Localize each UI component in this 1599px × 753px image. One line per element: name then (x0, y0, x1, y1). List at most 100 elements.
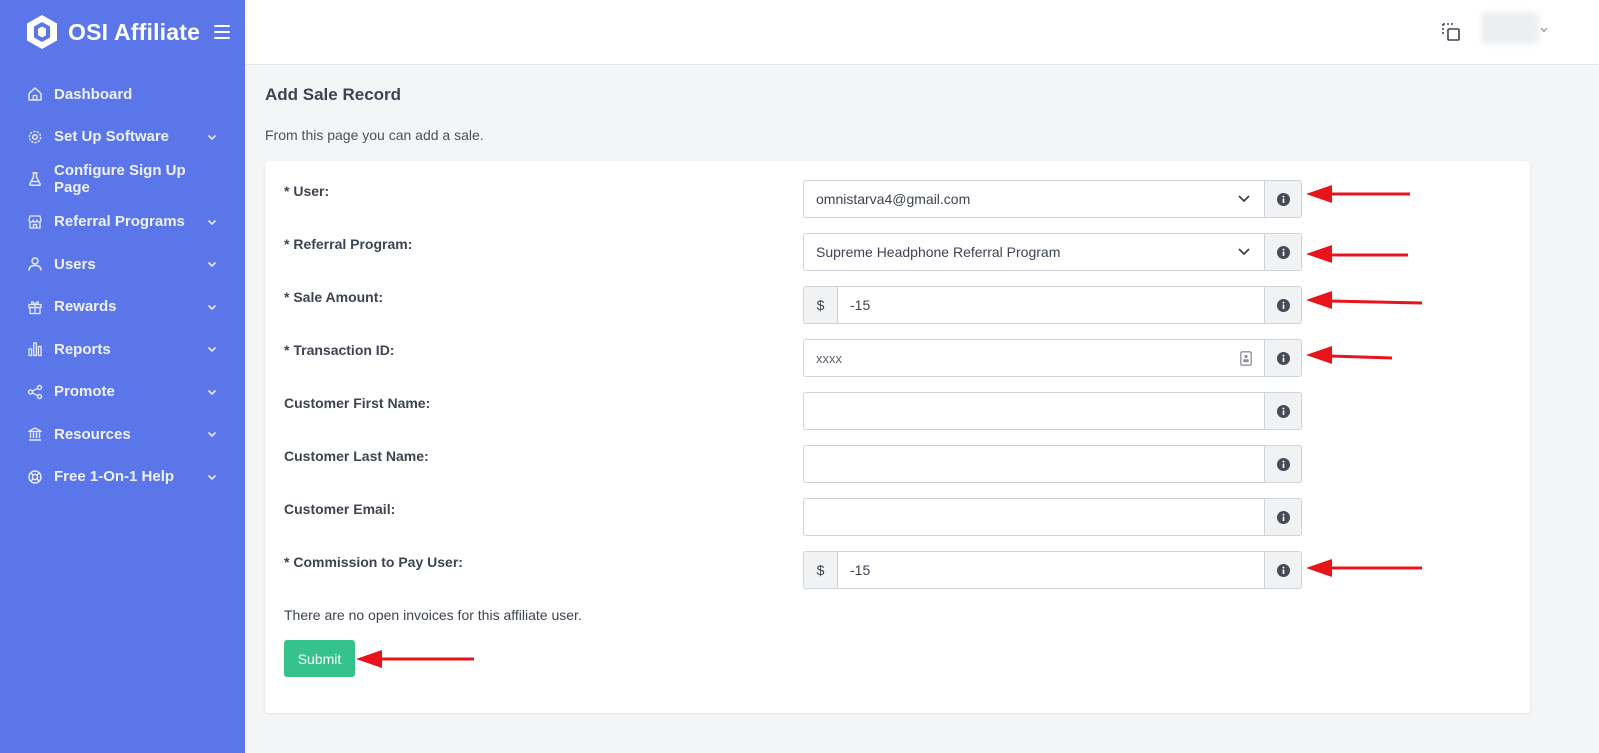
bank-icon (27, 426, 43, 442)
store-icon (27, 214, 43, 230)
user-select-value: omnistarva4@gmail.com (816, 191, 971, 207)
sidebar-item-reports[interactable]: Reports (0, 328, 245, 371)
transaction-id-value: xxxx (816, 350, 842, 366)
chevron-down-icon (207, 134, 217, 140)
info-icon (1276, 298, 1290, 312)
sidebar-item-rewards[interactable]: Rewards (0, 286, 245, 329)
sale-amount-value: -15 (850, 297, 871, 313)
sale-amount-input[interactable]: -15 (837, 286, 1264, 324)
referral-program-info-button[interactable] (1264, 233, 1302, 271)
sidebar-item-set-up-software[interactable]: Set Up Software (0, 116, 245, 159)
currency-prefix: $ (803, 551, 837, 589)
commission-input[interactable]: -15 (837, 551, 1264, 589)
referral-program-label: * Referral Program: (284, 236, 413, 252)
info-icon (1276, 404, 1290, 418)
sale-amount-label: * Sale Amount: (284, 289, 384, 305)
hamburger-menu-icon[interactable] (214, 25, 231, 39)
referral-program-select[interactable]: Supreme Headphone Referral Program (803, 233, 1264, 271)
transaction-id-row: * Transaction ID: xxxx (265, 339, 1530, 377)
topbar (245, 0, 1599, 65)
sidebar-item-label: Configure Sign Up Page (54, 162, 186, 197)
last-name-label: Customer Last Name: (284, 448, 429, 464)
brand: OSI Affiliate (0, 0, 245, 64)
user-select[interactable]: omnistarva4@gmail.com (803, 180, 1264, 218)
email-label: Customer Email: (284, 501, 396, 517)
sale-amount-info-button[interactable] (1264, 286, 1302, 324)
referral-program-select-value: Supreme Headphone Referral Program (816, 244, 1061, 260)
user-row: * User: omnistarva4@gmail.com (265, 180, 1530, 218)
first-name-info-button[interactable] (1264, 392, 1302, 430)
page-description: From this page you can add a sale. (265, 127, 484, 143)
gear-icon (27, 129, 43, 145)
last-name-info-button[interactable] (1264, 445, 1302, 483)
user-icon (27, 256, 43, 272)
sidebar-item-resources[interactable]: Resources (0, 413, 245, 456)
add-sale-form: * User: omnistarva4@gmail.com * Referral… (265, 161, 1530, 713)
autofill-contact-icon[interactable] (1240, 351, 1252, 366)
sidebar-nav: Dashboard Set Up Software Configure Sign U… (0, 64, 245, 498)
sidebar-item-label: Dashboard (54, 85, 133, 103)
info-icon (1276, 510, 1290, 524)
sidebar-item-label: Resources (54, 425, 131, 443)
chevron-down-icon (1238, 248, 1250, 256)
commission-info-button[interactable] (1264, 551, 1302, 589)
transaction-id-label: * Transaction ID: (284, 342, 395, 358)
chevron-down-icon (207, 262, 217, 268)
osi-logo-icon (24, 14, 60, 50)
first-name-label: Customer First Name: (284, 395, 431, 411)
info-icon (1276, 192, 1290, 206)
flask-icon (27, 171, 43, 187)
user-avatar[interactable] (1481, 12, 1539, 44)
sidebar-item-label: Referral Programs (54, 213, 185, 231)
sidebar-item-label: Users (54, 255, 96, 273)
email-input[interactable] (803, 498, 1264, 536)
sidebar-item-label: Set Up Software (54, 128, 170, 146)
sidebar-item-label: Promote (54, 383, 115, 401)
bar-chart-icon (27, 341, 43, 357)
gift-icon (27, 299, 43, 315)
sale-amount-row: * Sale Amount: $ -15 (265, 286, 1530, 324)
last-name-row: Customer Last Name: (265, 445, 1530, 483)
sidebar-item-configure-sign-up-page[interactable]: Configure Sign Up Page (0, 158, 245, 201)
lifebuoy-icon (27, 469, 43, 485)
fullscreen-icon[interactable] (1440, 21, 1462, 43)
first-name-input[interactable] (803, 392, 1264, 430)
sidebar-item-label: Free 1-On-1 Help (54, 468, 175, 486)
sidebar-item-dashboard[interactable]: Dashboard (0, 73, 245, 116)
info-icon (1276, 245, 1290, 259)
user-label: * User: (284, 183, 330, 199)
email-info-button[interactable] (1264, 498, 1302, 536)
sidebar: OSI Affiliate Dashboard Set Up Software Co… (0, 0, 245, 753)
chevron-down-icon (207, 474, 217, 480)
info-icon (1276, 457, 1290, 471)
sidebar-item-promote[interactable]: Promote (0, 371, 245, 414)
sidebar-item-label: Reports (54, 340, 111, 358)
sidebar-item-free-1-on-1-help[interactable]: Free 1-On-1 Help (0, 456, 245, 499)
commission-row: * Commission to Pay User: $ -15 (265, 551, 1530, 589)
currency-prefix: $ (803, 286, 837, 324)
sidebar-item-users[interactable]: Users (0, 243, 245, 286)
sidebar-item-label: Rewards (54, 298, 117, 316)
commission-label: * Commission to Pay User: (284, 554, 463, 570)
last-name-input[interactable] (803, 445, 1264, 483)
transaction-id-input[interactable]: xxxx (803, 339, 1264, 377)
info-icon (1276, 351, 1290, 365)
referral-program-row: * Referral Program: Supreme Headphone Re… (265, 233, 1530, 271)
chevron-down-icon (207, 219, 217, 225)
brand-name: OSI Affiliate (68, 18, 201, 45)
commission-value: -15 (850, 562, 871, 578)
chevron-down-icon[interactable] (1541, 28, 1547, 32)
email-row: Customer Email: (265, 498, 1530, 536)
sidebar-item-referral-programs[interactable]: Referral Programs (0, 201, 245, 244)
user-info-button[interactable] (1264, 180, 1302, 218)
chevron-down-icon (207, 347, 217, 353)
no-open-invoices-note: There are no open invoices for this affi… (284, 607, 582, 623)
transaction-id-info-button[interactable] (1264, 339, 1302, 377)
info-icon (1276, 563, 1290, 577)
first-name-row: Customer First Name: (265, 392, 1530, 430)
chevron-down-icon (1238, 195, 1250, 203)
chevron-down-icon (207, 432, 217, 438)
submit-button[interactable]: Submit (284, 640, 355, 677)
page-title: Add Sale Record (265, 85, 402, 104)
chevron-down-icon (207, 304, 217, 310)
